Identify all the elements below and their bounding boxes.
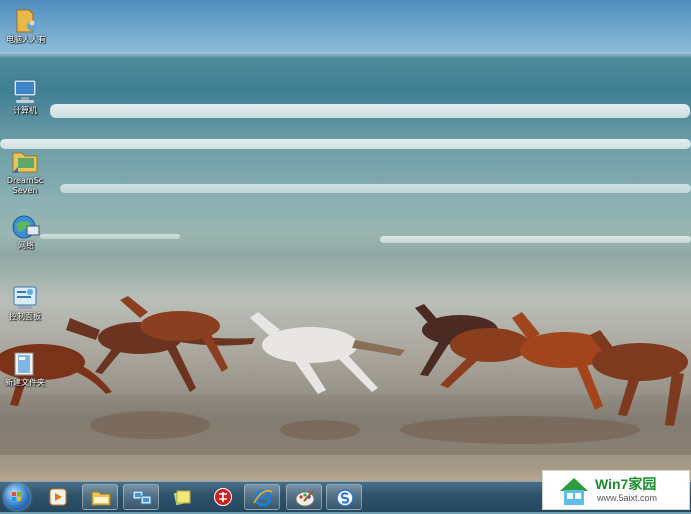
watermark-title: Win7家园 bbox=[595, 476, 657, 492]
desktop-icon-new-folder[interactable]: 新建文件夹 bbox=[0, 349, 53, 388]
sticky-notes-icon bbox=[172, 488, 192, 506]
internet-explorer-icon bbox=[253, 489, 273, 507]
desktop-icon-label: 网络 bbox=[18, 241, 34, 250]
taskbar-media-player-button[interactable] bbox=[40, 484, 76, 510]
sogou-icon bbox=[335, 489, 355, 507]
desktop-icon-network[interactable]: 网络 bbox=[0, 212, 54, 251]
user-folder-icon bbox=[11, 6, 41, 34]
new-folder-icon bbox=[10, 349, 40, 377]
taskbar-internet-explorer-button[interactable] bbox=[244, 484, 280, 510]
chinese-chess-icon bbox=[213, 488, 233, 506]
paint-icon bbox=[295, 489, 315, 507]
horses-image bbox=[0, 296, 688, 444]
desktop-icon-user-folder[interactable]: 电脑人人有 bbox=[0, 6, 54, 45]
desktop-icon-label: DreamSc Seven bbox=[6, 176, 44, 195]
media-player-icon bbox=[48, 488, 68, 506]
taskbar-sticky-notes-button[interactable] bbox=[164, 484, 200, 510]
taskbar-paint-button[interactable] bbox=[286, 484, 322, 510]
desktop-icon-label: 控制面板 bbox=[9, 312, 41, 321]
desktop-icon-label: 电脑人人有 bbox=[6, 35, 46, 44]
taskbar-sogou-button[interactable] bbox=[326, 484, 362, 510]
dreamscene-folder-icon bbox=[10, 147, 40, 175]
desktop-icon-control-panel[interactable]: 控制面板 bbox=[0, 283, 53, 322]
house-logo-icon bbox=[557, 475, 591, 507]
desktop-icon-label: 计算机 bbox=[13, 106, 37, 115]
control-panel-icon bbox=[10, 283, 40, 311]
desktop-icon-computer[interactable]: 计算机 bbox=[0, 77, 53, 116]
windows-orb-icon[interactable] bbox=[4, 484, 30, 510]
desktop-icon-dreamscene[interactable]: DreamSc Seven bbox=[0, 147, 53, 196]
site-watermark: Win7家园 www.5aixt.com bbox=[542, 470, 690, 510]
taskbar-network-center-button[interactable] bbox=[123, 484, 159, 510]
computer-icon bbox=[10, 77, 40, 105]
desktop-icon-label: 新建文件夹 bbox=[5, 378, 45, 387]
watermark-url: www.5aixt.com bbox=[597, 493, 658, 503]
network-icon bbox=[11, 212, 41, 240]
taskbar-chinese-chess-button[interactable] bbox=[205, 484, 241, 510]
network-center-icon bbox=[132, 489, 152, 507]
taskbar-explorer-button[interactable] bbox=[82, 484, 118, 510]
desktop-wallpaper bbox=[0, 0, 691, 481]
explorer-folder-icon bbox=[91, 489, 111, 507]
